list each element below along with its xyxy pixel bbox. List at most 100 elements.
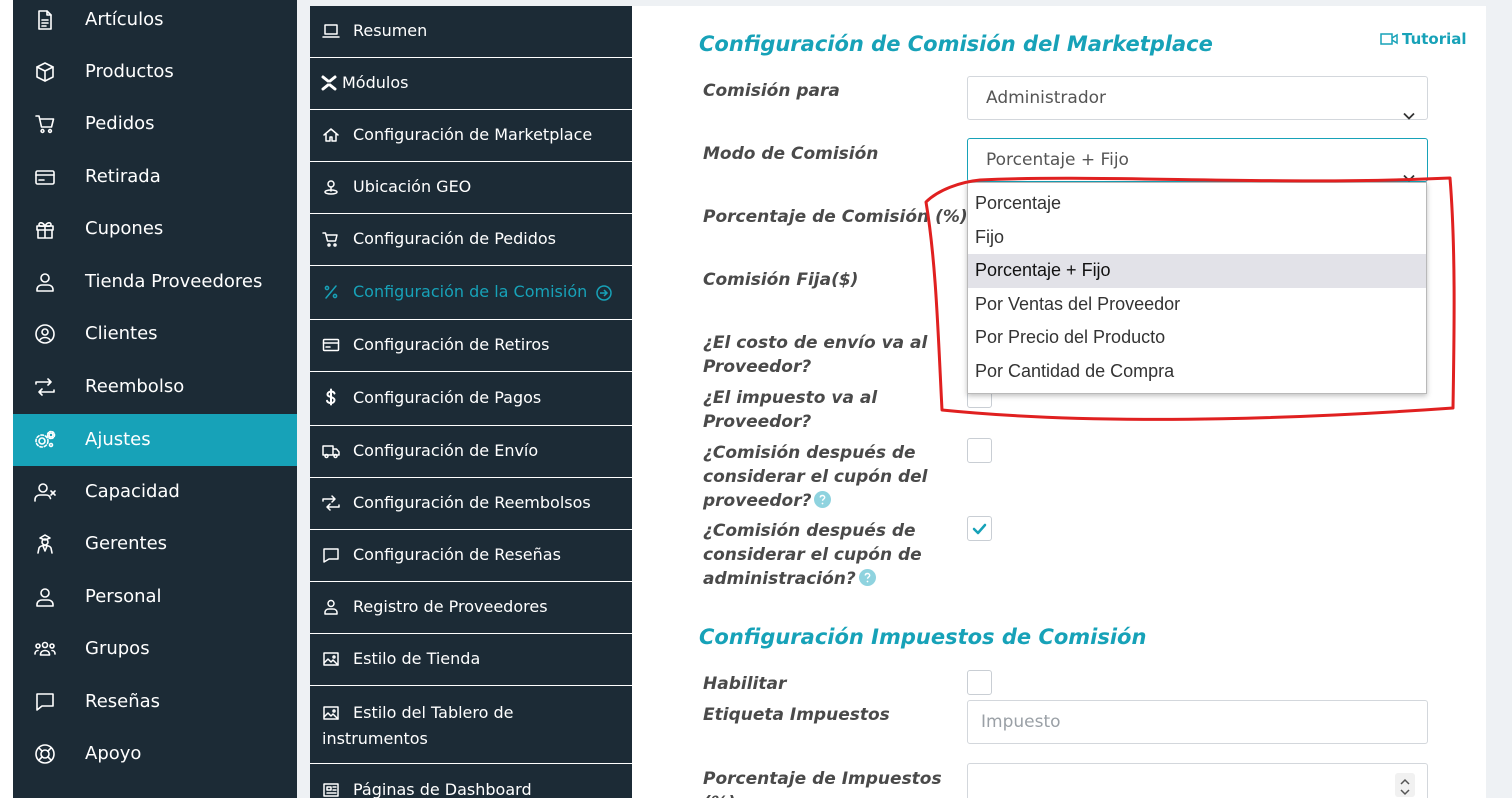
settings-nav-marketplace[interactable]: Configuración de Marketplace — [310, 110, 632, 162]
settings-nav-label: Configuración de Reseñas — [353, 545, 561, 564]
sidebar-item-cupones[interactable]: Cupones — [13, 203, 297, 255]
user-icon — [322, 598, 340, 616]
settings-nav-estilo-tienda[interactable]: Estilo de Tienda — [310, 634, 632, 686]
after-admin-coupon-checkbox[interactable] — [967, 516, 992, 541]
window-edge — [0, 0, 13, 798]
settings-nav-estilo-tablero[interactable]: Estilo del Tablero de instrumentos — [310, 686, 632, 764]
commission-mode-select[interactable]: Porcentaje + Fijo — [967, 138, 1428, 182]
settings-nav-reembolsos[interactable]: Configuración de Reembolsos — [310, 478, 632, 530]
refund-arrows-icon — [33, 375, 57, 399]
tax-label-label: Etiqueta Impuestos — [703, 705, 890, 725]
tax-label-placeholder: Impuesto — [981, 712, 1061, 732]
user-circle-icon — [33, 322, 57, 346]
sidebar-item-label: Artículos — [85, 9, 164, 30]
sidebar-item-label: Ajustes — [85, 429, 151, 450]
sidebar-item-apoyo[interactable]: Apoyo — [13, 728, 297, 780]
sidebar-item-articulos[interactable]: Artículos — [13, 0, 297, 46]
sidebar-item-reembolso[interactable]: Reembolso — [13, 361, 297, 413]
home-icon — [322, 126, 340, 144]
dropdown-option[interactable]: Por Cantidad de Compra — [968, 355, 1426, 389]
settings-nav-modulos[interactable]: Módulos — [310, 58, 632, 110]
help-icon[interactable] — [858, 568, 876, 586]
sidebar-item-clientes[interactable]: Clientes — [13, 308, 297, 360]
chat-bubble-icon — [322, 546, 340, 564]
tutorial-label: Tutorial — [1402, 30, 1467, 48]
settings-nav-label: Páginas de Dashboard — [353, 780, 532, 798]
sidebar-item-resenas[interactable]: Reseñas — [13, 676, 297, 728]
arrow-right-circle-icon — [595, 284, 613, 302]
main-sidebar: Artículos Productos Pedidos Retirada Cup… — [13, 0, 297, 798]
sidebar-item-gerentes[interactable]: Gerentes — [13, 518, 297, 570]
settings-nav-retiros[interactable]: Configuración de Retiros — [310, 320, 632, 372]
commission-for-select[interactable]: Administrador — [967, 76, 1428, 120]
settings-nav-comision[interactable]: Configuración de la Comisión — [310, 266, 632, 320]
dropdown-option-selected[interactable]: Porcentaje + Fijo — [968, 254, 1426, 288]
dropdown-option[interactable]: Fijo — [968, 221, 1426, 255]
commission-for-label: Comisión para — [703, 81, 840, 101]
settings-nav-label: Configuración de Retiros — [353, 335, 550, 354]
chevron-down-icon — [1403, 94, 1415, 120]
user-x-icon — [33, 480, 57, 504]
user-icon — [33, 585, 57, 609]
settings-nav-pedidos[interactable]: Configuración de Pedidos — [310, 214, 632, 266]
sidebar-item-personal[interactable]: Personal — [13, 571, 297, 623]
truck-icon — [322, 442, 340, 460]
tutorial-link[interactable]: Tutorial — [1380, 30, 1467, 48]
sidebar-item-label: Tienda Proveedores — [85, 271, 263, 292]
tax-percent-label: Porcentaje de Impuestos (%) — [703, 769, 942, 798]
tax-percent-input[interactable] — [967, 763, 1428, 798]
refund-arrows-icon — [322, 494, 340, 512]
sidebar-item-label: Personal — [85, 586, 162, 607]
settings-nav-pagos[interactable]: Configuración de Pagos — [310, 372, 632, 426]
settings-nav-label: Módulos — [342, 73, 409, 92]
settings-nav-resenas[interactable]: Configuración de Reseñas — [310, 530, 632, 582]
chevron-down-icon — [1403, 156, 1415, 182]
location-icon — [322, 178, 340, 196]
settings-nav-label: Resumen — [353, 21, 428, 40]
sidebar-item-grupos[interactable]: Grupos — [13, 623, 297, 675]
sidebar-item-ajustes[interactable]: Ajustes — [13, 414, 297, 466]
sidebar-item-label: Clientes — [85, 323, 158, 344]
settings-nav-registro-proveedores[interactable]: Registro de Proveedores — [310, 582, 632, 634]
modules-icon — [320, 74, 338, 92]
settings-nav-label: Configuración de Envío — [353, 441, 539, 460]
settings-nav-label: Configuración de Reembolsos — [353, 493, 591, 512]
settings-nav-label: Estilo de Tienda — [353, 649, 481, 668]
tax-label-input[interactable]: Impuesto — [967, 700, 1428, 744]
dropdown-option[interactable]: Porcentaje — [968, 187, 1426, 221]
settings-nav-resumen[interactable]: Resumen — [310, 6, 632, 58]
after-admin-coupon-text: ¿Comisión después de considerar el cupón… — [703, 521, 922, 589]
number-spinner[interactable] — [1395, 773, 1415, 797]
dropdown-option[interactable]: Por Precio del Producto — [968, 321, 1426, 355]
settings-nav-label: Registro de Proveedores — [353, 597, 548, 616]
commission-mode-label: Modo de Comisión — [703, 144, 879, 164]
sidebar-item-productos[interactable]: Productos — [13, 46, 297, 98]
sidebar-item-retirada[interactable]: Retirada — [13, 151, 297, 203]
help-icon[interactable] — [814, 490, 832, 508]
shipping-to-vendor-label: ¿El costo de envío va al Proveedor? — [703, 333, 928, 377]
sidebar-item-label: Apoyo — [85, 743, 142, 764]
sidebar-item-tienda-proveedores[interactable]: Tienda Proveedores — [13, 256, 297, 308]
sidebar-item-label: Gerentes — [85, 533, 168, 554]
sidebar-item-label: Grupos — [85, 638, 150, 659]
tax-enable-checkbox[interactable] — [967, 670, 992, 695]
video-camera-icon — [1380, 32, 1398, 46]
commission-mode-dropdown: Porcentaje Fijo Porcentaje + Fijo Por Ve… — [967, 182, 1427, 394]
settings-nav-envio[interactable]: Configuración de Envío — [310, 426, 632, 478]
group-icon — [33, 637, 57, 661]
sidebar-item-label: Capacidad — [85, 481, 180, 502]
cart-icon — [33, 112, 57, 136]
commission-for-value: Administrador — [986, 88, 1107, 108]
sidebar-item-capacidad[interactable]: Capacidad — [13, 466, 297, 518]
sidebar-item-pedidos[interactable]: Pedidos — [13, 98, 297, 150]
settings-nav-ubicacion-geo[interactable]: Ubicación GEO — [310, 162, 632, 214]
commission-mode-value: Porcentaje + Fijo — [986, 150, 1129, 170]
window-right-gutter — [1486, 0, 1512, 798]
credit-card-icon — [322, 336, 340, 354]
dropdown-option[interactable]: Por Ventas del Proveedor — [968, 288, 1426, 322]
settings-nav-label: Configuración de Pagos — [353, 388, 542, 407]
settings-nav-paginas-dashboard[interactable]: Páginas de Dashboard — [310, 764, 632, 798]
sidebar-item-label: Reembolso — [85, 376, 185, 397]
gift-icon — [33, 217, 57, 241]
after-vendor-coupon-checkbox[interactable] — [967, 438, 992, 463]
